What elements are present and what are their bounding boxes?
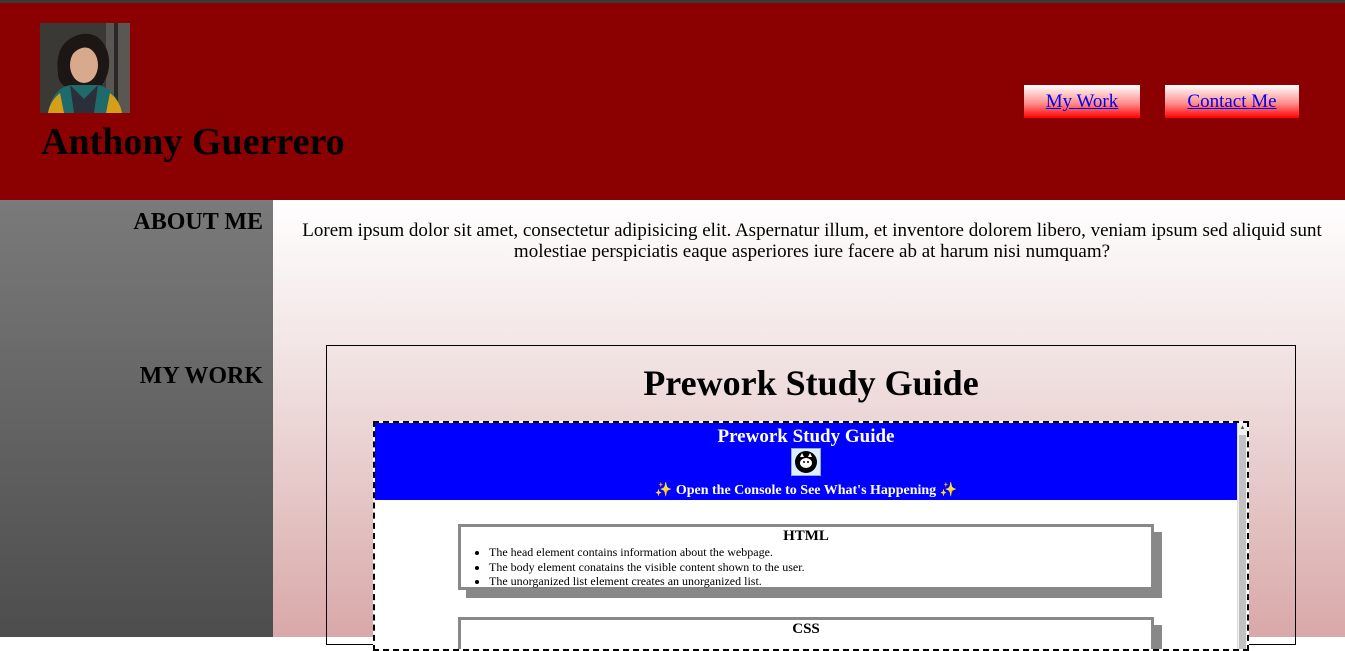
site-header: Anthony Guerrero My Work Contact Me bbox=[0, 3, 1345, 200]
nav-contact-me-link[interactable]: Contact Me bbox=[1165, 85, 1299, 118]
topic-title: HTML bbox=[783, 528, 829, 544]
topic-list: The head element contains information ab… bbox=[461, 545, 1151, 589]
work-card-title: Prework Study Guide bbox=[643, 363, 979, 403]
sparkles-icon: ✨ bbox=[654, 483, 673, 498]
work-card: Prework Study Guide Prework Study Guide … bbox=[326, 345, 1296, 651]
nav-my-work-link[interactable]: My Work bbox=[1024, 85, 1140, 118]
avatar bbox=[40, 23, 130, 113]
preview-title: Prework Study Guide bbox=[717, 426, 895, 447]
preview-scrollbar[interactable]: ▲ bbox=[1237, 423, 1247, 649]
about-me-heading: ABOUT ME bbox=[133, 209, 263, 235]
preview-header: Prework Study Guide ✨ Open the Console t… bbox=[375, 423, 1237, 500]
list-item: The head element contains information ab… bbox=[489, 545, 1151, 560]
preview-banner: ✨ Open the Console to See What's Happeni… bbox=[375, 482, 1237, 499]
project-preview-frame[interactable]: Prework Study Guide ✨ Open the Console t… bbox=[373, 421, 1249, 651]
sparkles-icon: ✨ bbox=[939, 483, 958, 498]
topic-card-html: HTML The head element contains informati… bbox=[458, 524, 1154, 590]
cat-icon bbox=[791, 448, 821, 476]
main-content: Lorem ipsum dolor sit amet, consectetur … bbox=[273, 200, 1345, 651]
about-text: Lorem ipsum dolor sit amet, consectetur … bbox=[302, 220, 1322, 262]
preview-banner-text: Open the Console to See What's Happening bbox=[675, 483, 937, 498]
topic-card-css: CSS bbox=[458, 617, 1154, 649]
avatar-photo bbox=[40, 23, 130, 113]
scroll-thumb[interactable] bbox=[1239, 435, 1246, 649]
my-work-heading: MY WORK bbox=[139, 363, 263, 389]
list-item: The body element conatains the visible c… bbox=[489, 560, 1151, 575]
scroll-up-arrow-icon[interactable]: ▲ bbox=[1239, 424, 1246, 432]
topic-title: CSS bbox=[792, 621, 820, 637]
list-item: The unorganized list element creates an … bbox=[489, 574, 1151, 589]
sidebar: ABOUT ME MY WORK bbox=[0, 200, 273, 637]
site-title: Anthony Guerrero bbox=[41, 121, 345, 163]
